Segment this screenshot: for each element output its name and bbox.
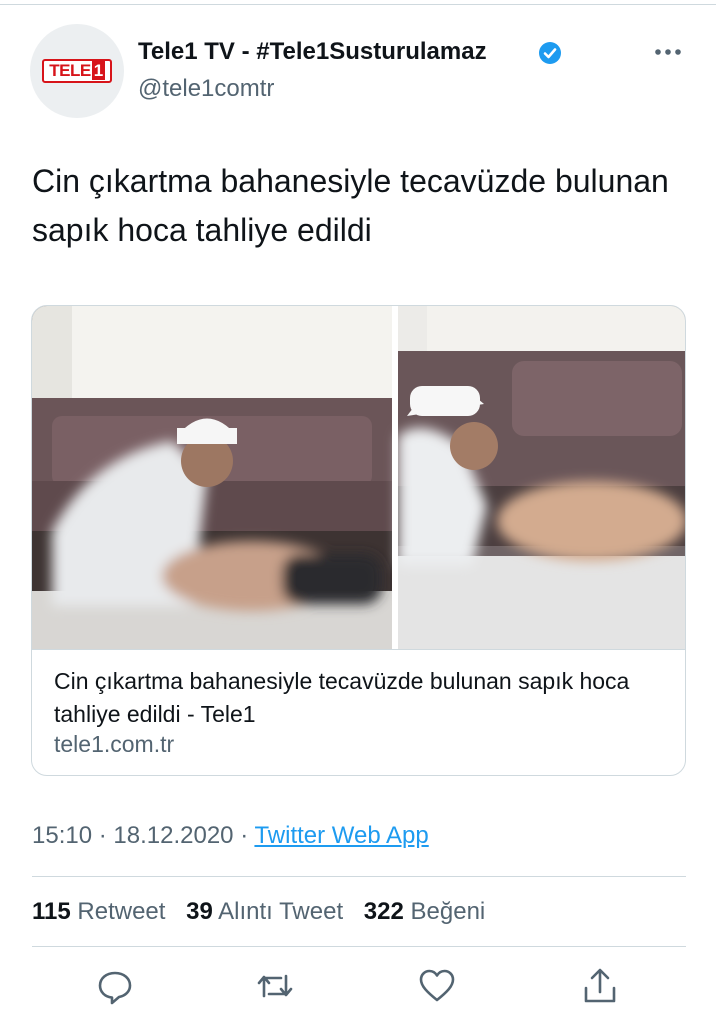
tweet-date[interactable]: 18.12.2020 <box>113 822 233 849</box>
retweets-stat[interactable]: 115 Retweet <box>32 898 165 925</box>
meta-separator: · <box>98 822 107 849</box>
retweet-icon <box>257 974 293 998</box>
author-avatar[interactable]: TELE 1 <box>30 24 124 118</box>
verified-badge-icon <box>539 42 561 64</box>
top-divider <box>0 4 716 5</box>
quotes-count: 39 <box>186 898 213 925</box>
tweet-meta: 15:10 · 18.12.2020 · Twitter Web App <box>32 822 429 850</box>
tweet-text: Cin çıkartma bahanesiyle tecavüzde bulun… <box>32 163 669 248</box>
card-divider <box>32 649 685 650</box>
reply-button[interactable] <box>95 966 135 1006</box>
tweet-time[interactable]: 15:10 <box>32 822 92 849</box>
link-card-domain: tele1.com.tr <box>54 731 175 757</box>
tweet-source-link[interactable]: Twitter Web App <box>254 822 428 849</box>
reply-icon <box>98 971 132 1005</box>
link-card[interactable]: Cin çıkartma bahanesiyle tecavüzde bulun… <box>31 305 686 776</box>
likes-label: Beğeni <box>410 898 486 925</box>
share-icon <box>584 968 616 1003</box>
tweet-stats: 115 Retweet 39 Alıntı Tweet 322 Beğeni <box>32 898 485 926</box>
retweets-count: 115 <box>32 898 71 925</box>
author-handle[interactable]: @tele1comtr <box>138 75 274 103</box>
quotes-stat[interactable]: 39 Alıntı Tweet <box>186 898 343 925</box>
divider <box>32 946 686 947</box>
meta-separator: · <box>240 822 249 849</box>
share-button[interactable] <box>580 966 620 1006</box>
link-card-title: Cin çıkartma bahanesiyle tecavüzde bulun… <box>54 668 630 727</box>
more-options-icon[interactable] <box>650 40 686 64</box>
divider <box>32 876 686 877</box>
avatar-logo-digit: 1 <box>91 61 105 80</box>
quotes-label: Alıntı Tweet <box>218 898 344 925</box>
author-display-name[interactable]: Tele1 TV - #Tele1Susturulamaz <box>138 38 487 66</box>
retweet-button[interactable] <box>255 966 295 1006</box>
like-icon <box>419 969 455 1002</box>
retweets-label: Retweet <box>77 898 166 925</box>
likes-count: 322 <box>363 898 404 925</box>
tele1-logo: TELE 1 <box>42 59 112 83</box>
like-button[interactable] <box>417 966 457 1006</box>
link-card-image <box>32 306 685 649</box>
avatar-logo-text: TELE 1 <box>49 61 105 80</box>
likes-stat[interactable]: 322 Beğeni <box>364 898 485 925</box>
